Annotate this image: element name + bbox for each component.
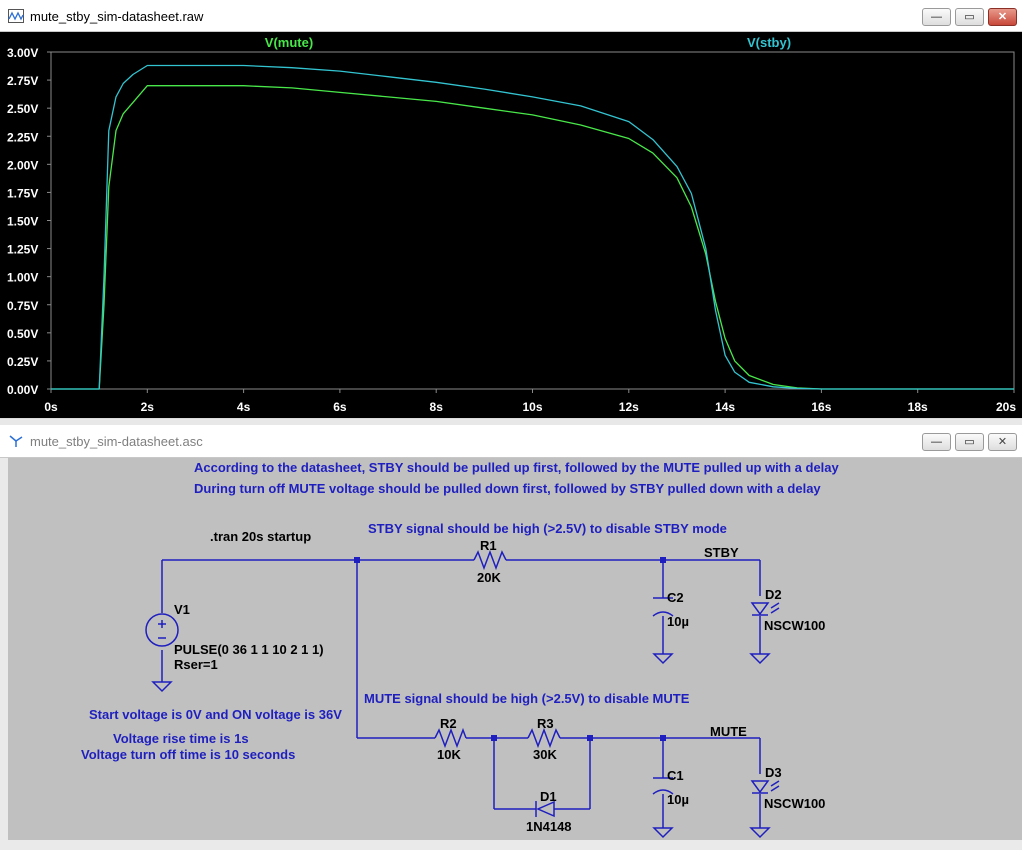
v1-rser: Rser=1: [174, 657, 218, 672]
y-tick-label: 0.25V: [7, 355, 38, 369]
c1-value: 10µ: [667, 792, 689, 807]
schematic-restore-button[interactable]: ▭: [955, 433, 984, 451]
waveform-window: mute_stby_sim-datasheet.raw — ▭ ✕ V(mute…: [0, 0, 1022, 420]
x-tick-label: 16s: [811, 400, 831, 414]
tran-directive[interactable]: .tran 20s startup: [210, 529, 311, 544]
note-rise-time: Voltage rise time is 1s: [113, 731, 249, 746]
schematic-canvas[interactable]: According to the datasheet, STBY should …: [8, 458, 1022, 840]
x-tick-label: 14s: [715, 400, 735, 414]
waveform-restore-button[interactable]: ▭: [955, 8, 984, 26]
y-tick-label: 3.00V: [7, 46, 38, 60]
legend-vmute[interactable]: V(mute): [265, 35, 313, 50]
x-tick-label: 20s: [996, 400, 1016, 414]
schematic-window-title: mute_stby_sim-datasheet.asc: [30, 434, 203, 449]
waveform-plot[interactable]: V(mute) V(stby) 0.00V 0.25V 0.50V 0.75V 1.00…: [0, 32, 1022, 418]
r2-name: R2: [440, 716, 457, 731]
d3-name: D3: [765, 765, 782, 780]
d2-name: D2: [765, 587, 782, 602]
r1-name: R1: [480, 538, 497, 553]
y-tick-label: 2.50V: [7, 102, 38, 116]
r3-name: R3: [537, 716, 554, 731]
d1-value: 1N4148: [526, 819, 572, 834]
c2-value: 10µ: [667, 614, 689, 629]
schematic-icon: [9, 435, 23, 447]
net-label-mute: MUTE: [710, 724, 747, 739]
x-tick-label: 0s: [44, 400, 58, 414]
schematic-close-button[interactable]: ✕: [988, 433, 1017, 451]
note-off-time: Voltage turn off time is 10 seconds: [81, 747, 295, 762]
legend-vstby[interactable]: V(stby): [747, 35, 791, 50]
schematic-window: mute_stby_sim-datasheet.asc — ▭ ✕ Accord…: [0, 425, 1022, 850]
x-tick-label: 4s: [237, 400, 251, 414]
r1-value: 20K: [477, 570, 501, 585]
y-tick-label: 0.00V: [7, 383, 38, 397]
x-tick-label: 10s: [522, 400, 542, 414]
waveform-close-button[interactable]: ✕: [988, 8, 1017, 26]
x-tick-label: 12s: [619, 400, 639, 414]
v1-value: PULSE(0 36 1 1 10 2 1 1): [174, 642, 324, 657]
waveform-minimize-button[interactable]: —: [922, 8, 951, 26]
x-tick-label: 8s: [430, 400, 444, 414]
r3-value: 30K: [533, 747, 557, 762]
y-tick-label: 2.25V: [7, 130, 38, 144]
note-line1: According to the datasheet, STBY should …: [194, 460, 840, 475]
d3-value: NSCW100: [764, 796, 825, 811]
schematic-minimize-button[interactable]: —: [922, 433, 951, 451]
y-tick-label: 1.75V: [7, 186, 38, 200]
r2-value: 10K: [437, 747, 461, 762]
d1-name: D1: [540, 789, 557, 804]
y-tick-label: 0.75V: [7, 299, 38, 313]
y-tick-label: 0.50V: [7, 327, 38, 341]
c1-name: C1: [667, 768, 684, 783]
note-stby: STBY signal should be high (>2.5V) to di…: [368, 521, 727, 536]
waveform-titlebar[interactable]: mute_stby_sim-datasheet.raw — ▭ ✕: [0, 0, 1022, 32]
note-start-voltage: Start voltage is 0V and ON voltage is 36…: [89, 707, 342, 722]
v1-name: V1: [174, 602, 190, 617]
x-tick-label: 6s: [333, 400, 347, 414]
note-line2: During turn off MUTE voltage should be p…: [194, 481, 821, 496]
y-tick-label: 1.50V: [7, 215, 38, 229]
y-tick-label: 2.75V: [7, 74, 38, 88]
y-tick-label: 2.00V: [7, 158, 38, 172]
net-label-stby: STBY: [704, 545, 739, 560]
x-tick-label: 2s: [141, 400, 155, 414]
d2-value: NSCW100: [764, 618, 825, 633]
c2-name: C2: [667, 590, 684, 605]
y-tick-label: 1.25V: [7, 243, 38, 257]
note-mute: MUTE signal should be high (>2.5V) to di…: [364, 691, 690, 706]
y-tick-label: 1.00V: [7, 271, 38, 285]
waveform-window-title: mute_stby_sim-datasheet.raw: [30, 9, 204, 24]
schematic-titlebar[interactable]: mute_stby_sim-datasheet.asc — ▭ ✕: [0, 425, 1022, 458]
waveform-icon: [8, 9, 24, 23]
x-tick-label: 18s: [908, 400, 928, 414]
